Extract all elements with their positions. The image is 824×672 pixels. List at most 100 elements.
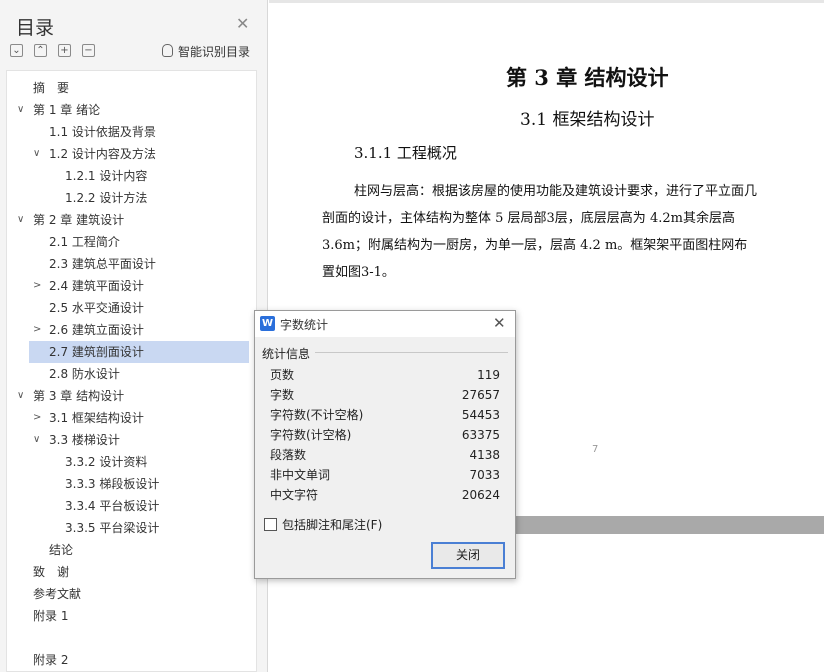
subsection-heading: 3.1.1 工程概况: [354, 144, 457, 162]
toc-item-label: 2.4 建筑平面设计: [49, 279, 144, 293]
toc-title: 目录: [16, 17, 55, 39]
toc-item-label: 2.5 水平交通设计: [49, 301, 144, 315]
smart-toc-button[interactable]: 智能识别目录: [162, 43, 250, 60]
include-footnotes-label[interactable]: 包括脚注和尾注(F): [282, 516, 382, 533]
toc-item[interactable]: 结论: [7, 539, 256, 561]
stat-value: 4138: [469, 448, 500, 462]
toc-item-label: 2.8 防水设计: [49, 367, 120, 381]
toc-item-label: 1.2 设计内容及方法: [49, 147, 156, 161]
toc-item[interactable]: 附录 2: [7, 649, 256, 671]
toc-item-label: 3.3 楼梯设计: [49, 433, 120, 447]
page-number: 7: [592, 444, 599, 455]
toc-item-label: 3.3.5 平台梁设计: [65, 521, 160, 535]
toc-item[interactable]: ∨ 1.2 设计内容及方法: [7, 143, 256, 165]
toc-item[interactable]: 附录 1: [7, 605, 256, 627]
toc-item[interactable]: 2.5 水平交通设计: [7, 297, 256, 319]
paragraph-line: 柱网与层高：根据该房屋的使用功能及建筑设计要求，进行了平立面几: [354, 184, 758, 199]
dialog-close-icon[interactable]: ✕: [493, 314, 506, 332]
toc-item[interactable]: 1.1 设计依据及背景: [7, 121, 256, 143]
toc-item[interactable]: 2.8 防水设计: [7, 363, 256, 385]
toc-item[interactable]: 致 谢: [7, 561, 256, 583]
chevron-down-icon[interactable]: ∨: [33, 143, 40, 165]
toc-item[interactable]: 3.3.3 梯段板设计: [7, 473, 256, 495]
paragraph-line: 剖面的设计，主体结构为整体 5 层局部3层，底层层高为 4.2m其余层高: [322, 211, 735, 226]
stat-row: 字符数(不计空格) 54453: [270, 405, 500, 425]
toc-item-label: 摘 要: [33, 81, 70, 95]
stat-value: 63375: [461, 428, 500, 442]
toc-list[interactable]: 摘 要 ∨ 第 1 章 绪论 1.1 设计依据及背景 ∨ 1.2 设计内容及方法 1.2.1…: [6, 70, 257, 672]
chevron-down-icon[interactable]: ∨: [33, 429, 40, 451]
toc-item[interactable]: ∨ 第 2 章 建筑设计: [7, 209, 256, 231]
stat-value: 54453: [461, 408, 500, 422]
toc-item[interactable]: ∨ 第 1 章 绪论: [7, 99, 256, 121]
close-button[interactable]: 关闭: [431, 542, 505, 569]
stat-row: 中文字符 20624: [270, 485, 500, 505]
toc-item-label: 第 1 章 绪论: [33, 103, 101, 117]
chevron-right-icon[interactable]: >: [33, 319, 41, 341]
toc-item[interactable]: 摘 要: [7, 77, 256, 99]
toc-item[interactable]: 1.2.2 设计方法: [7, 187, 256, 209]
toc-item-label: 2.3 建筑总平面设计: [49, 257, 156, 271]
smart-toc-label: 智能识别目录: [178, 45, 251, 59]
toc-item-label: 3.1 框架结构设计: [49, 411, 144, 425]
stat-row: 非中文单词 7033: [270, 465, 500, 485]
word-count-dialog: W 字数统计 ✕ 统计信息 页数 119 字数 27657 字符数(不计空格) 54453…: [254, 310, 516, 579]
toc-item[interactable]: 3.3.5 平台梁设计: [7, 517, 256, 539]
toc-item[interactable]: 3.3.4 平台板设计: [7, 495, 256, 517]
toc-item-label: 1.2.2 设计方法: [65, 191, 148, 205]
expand-all-icon[interactable]: ⌃: [34, 44, 47, 57]
chevron-down-icon[interactable]: ∨: [17, 99, 24, 121]
toc-item[interactable]: 1.2.1 设计内容: [7, 165, 256, 187]
toc-item-label: 第 3 章 结构设计: [33, 389, 125, 403]
dialog-titlebar[interactable]: W 字数统计 ✕: [255, 311, 515, 337]
stat-value: 7033: [469, 468, 500, 482]
toc-item[interactable]: 2.7 建筑剖面设计: [29, 341, 249, 363]
divider: [315, 352, 508, 353]
paragraph-line: 置如图3-1。: [322, 265, 395, 280]
chevron-right-icon[interactable]: >: [33, 275, 41, 297]
page-top-edge: [269, 0, 824, 3]
stat-label: 段落数: [270, 448, 307, 462]
toc-item[interactable]: >2.4 建筑平面设计: [7, 275, 256, 297]
chevron-down-icon[interactable]: ∨: [17, 209, 24, 231]
toc-item[interactable]: ∨ 3.3 楼梯设计: [7, 429, 256, 451]
toc-item[interactable]: 参考文献: [7, 583, 256, 605]
stat-row: 段落数 4138: [270, 445, 500, 465]
toc-item-label: 3.3.4 平台板设计: [65, 499, 160, 513]
stat-value: 119: [477, 368, 500, 382]
toc-item[interactable]: >3.1 框架结构设计: [7, 407, 256, 429]
toc-item-label: 附录 2: [33, 653, 69, 667]
stat-label: 中文字符: [270, 488, 319, 502]
stat-row: 字数 27657: [270, 385, 500, 405]
stat-label: 字符数(计空格): [270, 428, 352, 442]
toc-item-label: 第 2 章 建筑设计: [33, 213, 125, 227]
toc-item[interactable]: 2.3 建筑总平面设计: [7, 253, 256, 275]
include-footnotes-checkbox[interactable]: [264, 518, 277, 531]
add-level-icon[interactable]: +: [58, 44, 71, 57]
toc-item-label: 1.1 设计依据及背景: [49, 125, 156, 139]
toc-item-label: 2.7 建筑剖面设计: [49, 345, 144, 359]
stat-label: 非中文单词: [270, 468, 331, 482]
stat-label: 字符数(不计空格): [270, 408, 364, 422]
chevron-down-icon[interactable]: ∨: [17, 385, 24, 407]
chevron-right-icon[interactable]: >: [33, 407, 41, 429]
toc-item[interactable]: >2.6 建筑立面设计: [7, 319, 256, 341]
toc-panel: 目录 ✕ ⌄ ⌃ + − 智能识别目录 摘 要 ∨ 第 1 章 绪论 1.1 设计依据…: [0, 0, 268, 672]
dialog-title: 字数统计: [280, 318, 329, 332]
toc-item-label: 2.1 工程简介: [49, 235, 120, 249]
stat-row: 页数 119: [270, 365, 500, 385]
section-heading: 3.1 框架结构设计: [520, 110, 655, 130]
paragraph-line: 3.6m；附属结构为一厨房，为单一层，层高 4.2 m。框架架平面图柱网布: [322, 238, 748, 253]
stats-heading: 统计信息: [262, 347, 311, 361]
toc-item[interactable]: 3.3.2 设计资料: [7, 451, 256, 473]
toc-item[interactable]: 2.1 工程简介: [7, 231, 256, 253]
toc-item[interactable]: ∨ 第 3 章 结构设计: [7, 385, 256, 407]
lightbulb-icon: [162, 44, 173, 57]
stat-label: 页数: [270, 368, 295, 382]
close-icon[interactable]: ✕: [236, 14, 249, 33]
toc-item-label: 致 谢: [33, 565, 70, 579]
chapter-heading: 第 3 章 结构设计: [506, 65, 669, 90]
collapse-all-icon[interactable]: ⌄: [10, 44, 23, 57]
remove-level-icon[interactable]: −: [82, 44, 95, 57]
toc-item-label: 1.2.1 设计内容: [65, 169, 148, 183]
